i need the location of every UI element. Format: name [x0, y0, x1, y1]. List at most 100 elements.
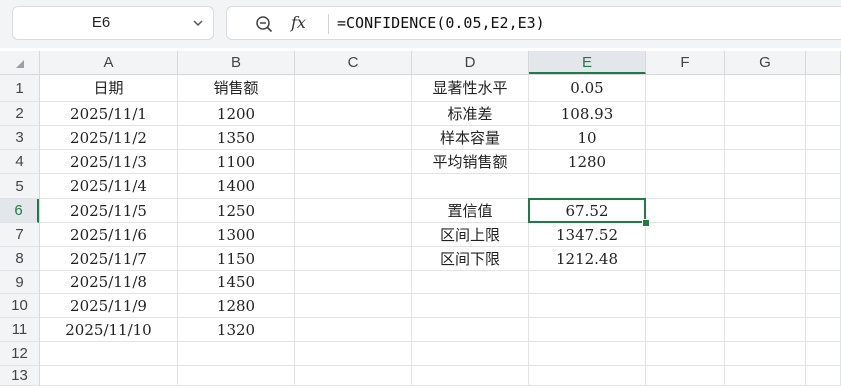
- row-header-7[interactable]: 7: [0, 223, 39, 247]
- cell-a4[interactable]: 2025/11/3: [40, 150, 178, 174]
- cell-next5[interactable]: [806, 174, 841, 199]
- cell-d11[interactable]: [412, 318, 529, 342]
- cell-f10[interactable]: [646, 294, 725, 318]
- cell-a3[interactable]: 2025/11/2: [40, 126, 178, 150]
- cell-d8[interactable]: 区间下限: [412, 247, 529, 271]
- row-header-8[interactable]: 8: [0, 247, 39, 271]
- cell-c3[interactable]: [295, 126, 412, 150]
- cell-next10[interactable]: [806, 294, 841, 318]
- cell-next8[interactable]: [806, 247, 841, 271]
- cell-g5[interactable]: [725, 174, 806, 199]
- cell-f4[interactable]: [646, 150, 725, 174]
- column-header-f[interactable]: F: [646, 51, 725, 74]
- cell-c5[interactable]: [295, 174, 412, 199]
- cell-d3[interactable]: 样本容量: [412, 126, 529, 150]
- cell-g1[interactable]: [725, 75, 806, 102]
- cell-e2[interactable]: 108.93: [529, 102, 646, 126]
- cell-a9[interactable]: 2025/11/8: [40, 271, 178, 294]
- column-header-c[interactable]: C: [295, 51, 412, 74]
- cell-c7[interactable]: [295, 223, 412, 247]
- cell-b12[interactable]: [178, 342, 295, 366]
- row-header-1[interactable]: 1: [0, 75, 39, 102]
- chevron-down-icon[interactable]: [191, 16, 205, 30]
- cell-next1[interactable]: [806, 75, 841, 102]
- insert-function-icon[interactable]: fx: [291, 11, 317, 35]
- cell-d9[interactable]: [412, 271, 529, 294]
- cell-f9[interactable]: [646, 271, 725, 294]
- cell-c11[interactable]: [295, 318, 412, 342]
- cell-e11[interactable]: [529, 318, 646, 342]
- cell-g6[interactable]: [725, 199, 806, 223]
- select-all-corner[interactable]: [0, 51, 40, 75]
- cell-e3[interactable]: 10: [529, 126, 646, 150]
- row-header-6[interactable]: 6: [0, 199, 39, 223]
- cell-f5[interactable]: [646, 174, 725, 199]
- cell-e8[interactable]: 1212.48: [529, 247, 646, 271]
- cell-g11[interactable]: [725, 318, 806, 342]
- cell-f3[interactable]: [646, 126, 725, 150]
- row-header-4[interactable]: 4: [0, 150, 39, 174]
- cell-next13[interactable]: [806, 366, 841, 386]
- cell-e5[interactable]: [529, 174, 646, 199]
- cell-e1[interactable]: 0.05: [529, 75, 646, 102]
- cell-next11[interactable]: [806, 318, 841, 342]
- row-header-9[interactable]: 9: [0, 271, 39, 294]
- cell-f11[interactable]: [646, 318, 725, 342]
- cell-g9[interactable]: [725, 271, 806, 294]
- row-header-13[interactable]: 13: [0, 366, 39, 386]
- cell-a13[interactable]: [40, 366, 178, 386]
- cell-d7[interactable]: 区间上限: [412, 223, 529, 247]
- cell-g13[interactable]: [725, 366, 806, 386]
- cell-d1[interactable]: 显著性水平: [412, 75, 529, 102]
- cell-a10[interactable]: 2025/11/9: [40, 294, 178, 318]
- row-header-3[interactable]: 3: [0, 126, 39, 150]
- cell-g2[interactable]: [725, 102, 806, 126]
- cell-a7[interactable]: 2025/11/6: [40, 223, 178, 247]
- cell-next3[interactable]: [806, 126, 841, 150]
- name-box[interactable]: E6: [12, 6, 214, 40]
- cell-e12[interactable]: [529, 342, 646, 366]
- cell-c10[interactable]: [295, 294, 412, 318]
- cell-g8[interactable]: [725, 247, 806, 271]
- cell-b1[interactable]: 销售额: [178, 75, 295, 102]
- cell-d4[interactable]: 平均销售额: [412, 150, 529, 174]
- cell-d2[interactable]: 标准差: [412, 102, 529, 126]
- row-header-5[interactable]: 5: [0, 174, 39, 199]
- cell-c12[interactable]: [295, 342, 412, 366]
- cell-b10[interactable]: 1280: [178, 294, 295, 318]
- cell-b6[interactable]: 1250: [178, 199, 295, 223]
- cell-c1[interactable]: [295, 75, 412, 102]
- cell-c2[interactable]: [295, 102, 412, 126]
- cell-e9[interactable]: [529, 271, 646, 294]
- cell-b5[interactable]: 1400: [178, 174, 295, 199]
- zoom-formula-icon[interactable]: [255, 15, 273, 33]
- cell-a6[interactable]: 2025/11/5: [40, 199, 178, 223]
- column-header-e[interactable]: E: [529, 51, 646, 74]
- row-header-2[interactable]: 2: [0, 102, 39, 126]
- cell-c6[interactable]: [295, 199, 412, 223]
- column-header-d[interactable]: D: [412, 51, 529, 74]
- cell-b8[interactable]: 1150: [178, 247, 295, 271]
- cell-next12[interactable]: [806, 342, 841, 366]
- cell-next2[interactable]: [806, 102, 841, 126]
- cell-g3[interactable]: [725, 126, 806, 150]
- cell-e7[interactable]: 1347.52: [529, 223, 646, 247]
- cell-e10[interactable]: [529, 294, 646, 318]
- row-header-10[interactable]: 10: [0, 294, 39, 318]
- cell-d10[interactable]: [412, 294, 529, 318]
- cell-g10[interactable]: [725, 294, 806, 318]
- cell-e13[interactable]: [529, 366, 646, 386]
- cell-a2[interactable]: 2025/11/1: [40, 102, 178, 126]
- cell-a1[interactable]: 日期: [40, 75, 178, 102]
- cell-b4[interactable]: 1100: [178, 150, 295, 174]
- cell-g7[interactable]: [725, 223, 806, 247]
- cell-d6[interactable]: 置信值: [412, 199, 529, 223]
- cell-b11[interactable]: 1320: [178, 318, 295, 342]
- column-header-b[interactable]: B: [178, 51, 295, 74]
- cell-a5[interactable]: 2025/11/4: [40, 174, 178, 199]
- cell-b2[interactable]: 1200: [178, 102, 295, 126]
- cell-c8[interactable]: [295, 247, 412, 271]
- cell-c13[interactable]: [295, 366, 412, 386]
- cell-e6[interactable]: 67.52: [529, 199, 646, 223]
- cell-e4[interactable]: 1280: [529, 150, 646, 174]
